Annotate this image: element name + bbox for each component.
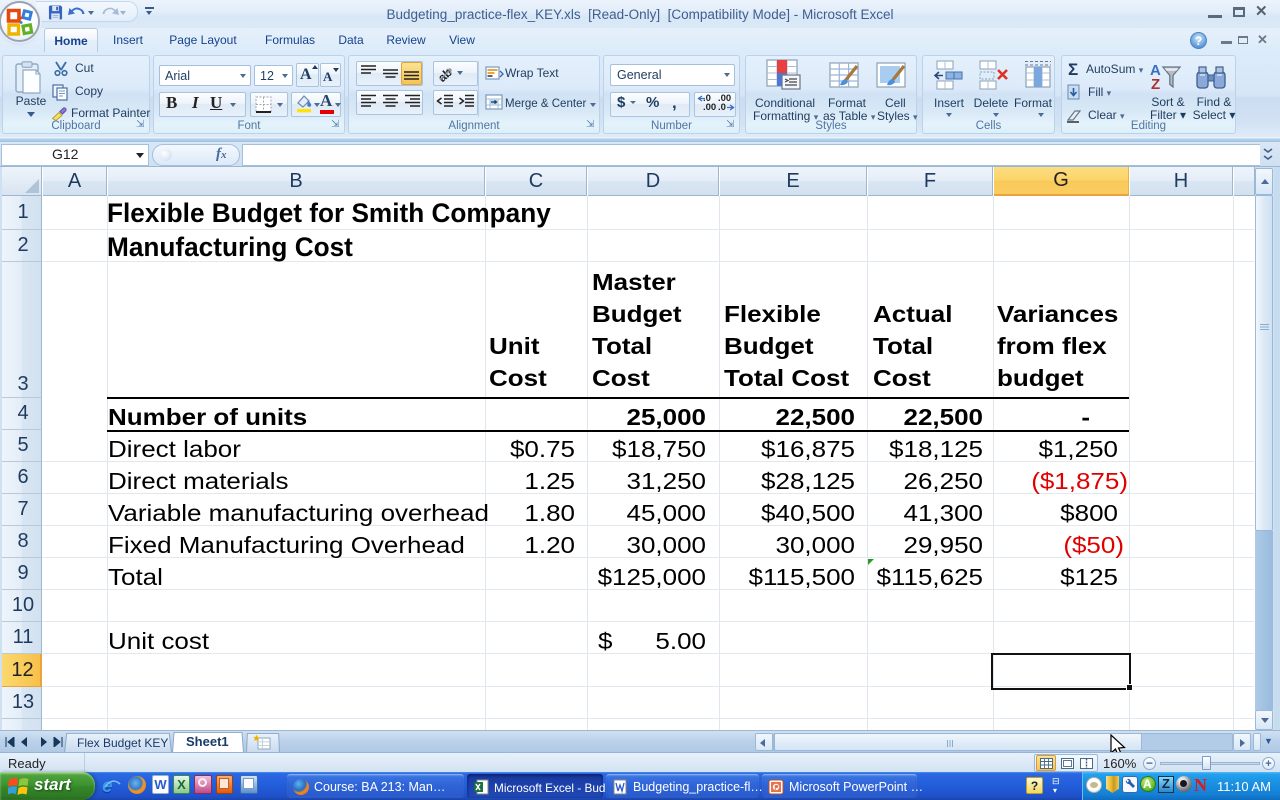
svg-text:Z: Z (1151, 76, 1160, 93)
